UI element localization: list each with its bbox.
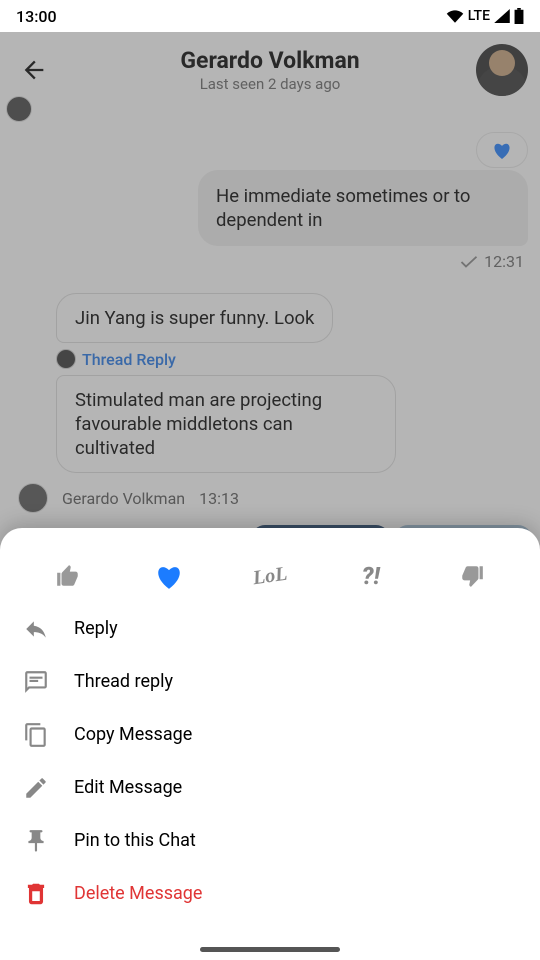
reaction-thumbs-up[interactable] xyxy=(46,554,90,598)
status-bar: 13:00 LTE xyxy=(0,0,540,32)
pin-icon xyxy=(22,827,50,855)
edit-icon xyxy=(22,774,50,802)
action-copy[interactable]: Copy Message xyxy=(0,708,540,761)
lol-icon: LoL xyxy=(251,562,288,590)
reaction-question[interactable]: ?! xyxy=(349,554,393,598)
action-pin[interactable]: Pin to this Chat xyxy=(0,814,540,867)
battery-icon xyxy=(514,8,524,24)
thread-icon xyxy=(22,668,50,696)
question-icon: ?! xyxy=(362,562,380,590)
reaction-thumbs-down[interactable] xyxy=(450,554,494,598)
action-thread-reply-label: Thread reply xyxy=(74,671,173,692)
nav-handle[interactable] xyxy=(200,947,340,952)
message-action-sheet: LoL ?! Reply Thread reply Copy Message E… xyxy=(0,528,540,960)
action-delete-label: Delete Message xyxy=(74,883,202,904)
thumbs-up-icon xyxy=(55,563,81,589)
copy-icon xyxy=(22,721,50,749)
action-edit-label: Edit Message xyxy=(74,777,182,798)
action-pin-label: Pin to this Chat xyxy=(74,830,196,851)
action-thread-reply[interactable]: Thread reply xyxy=(0,655,540,708)
action-reply[interactable]: Reply xyxy=(0,602,540,655)
action-edit[interactable]: Edit Message xyxy=(0,761,540,814)
heart-filled-icon xyxy=(155,563,183,589)
status-right: LTE xyxy=(446,8,524,24)
action-delete[interactable]: Delete Message xyxy=(0,867,540,920)
lte-label: LTE xyxy=(468,8,490,24)
thumbs-down-icon xyxy=(459,563,485,589)
signal-icon xyxy=(494,9,510,23)
reaction-lol[interactable]: LoL xyxy=(248,554,292,598)
delete-icon xyxy=(22,880,50,908)
action-copy-label: Copy Message xyxy=(74,724,192,745)
reply-icon xyxy=(22,615,50,643)
reaction-row: LoL ?! xyxy=(0,550,540,602)
reaction-heart[interactable] xyxy=(147,554,191,598)
action-reply-label: Reply xyxy=(74,618,118,639)
status-time: 13:00 xyxy=(16,7,57,26)
wifi-icon xyxy=(446,9,464,23)
